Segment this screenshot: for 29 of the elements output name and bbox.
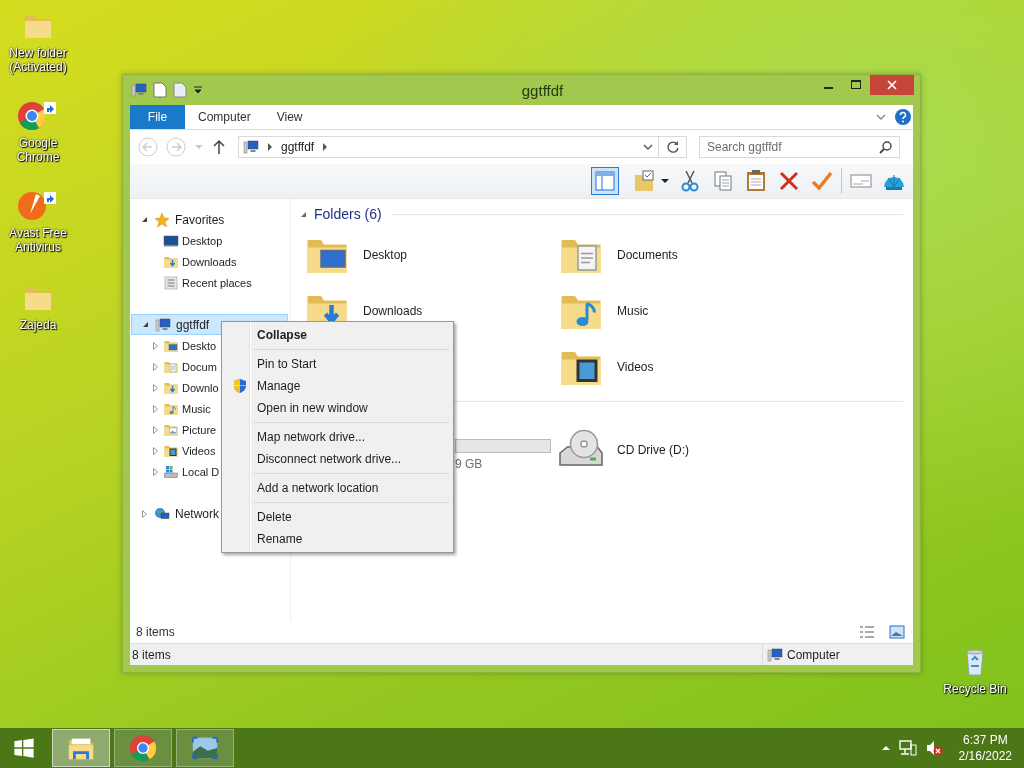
tree-item-label: Deskto	[182, 339, 217, 352]
shortcut-label: Recycle Bin	[943, 682, 1007, 696]
tree-item-label: Desktop	[182, 234, 223, 247]
status-location: Computer	[787, 647, 840, 662]
tree-item-label: Local D	[182, 465, 220, 478]
tree-item-label: Docum	[182, 360, 217, 373]
drive-label: CD Drive (D:)	[617, 443, 689, 457]
tree-item-label: Videos	[182, 444, 216, 457]
shortcut-label: Zajeda	[19, 318, 57, 332]
folder-label: Desktop	[363, 248, 408, 262]
shortcut-label: Avast Free Antivirus	[8, 226, 68, 254]
folder-label: Documents	[617, 248, 678, 262]
drive-size-text: 9 GB	[455, 457, 484, 471]
tree-item-label: ggtffdf	[176, 317, 210, 332]
tree-item-label: Network	[175, 506, 219, 521]
tree-item-label: Downloads	[182, 255, 237, 268]
folder-label: Videos	[617, 360, 654, 374]
tree-item-label: Picture	[182, 423, 217, 436]
folder-label: Music	[617, 304, 649, 318]
status-text: 8 items	[132, 647, 171, 662]
shortcut-label: New folder (Activated)	[8, 46, 68, 74]
shortcut-label: Google Chrome	[15, 136, 61, 164]
tree-item-label: Downlo	[182, 381, 219, 394]
item-count: 8 items	[136, 625, 175, 639]
tree-item-label: Recent places	[182, 276, 252, 289]
tree-item-label: Favorites	[175, 212, 225, 227]
folder-label: Downloads	[363, 304, 423, 318]
tree-item-label: Music	[182, 402, 211, 415]
window-title: ggtffdf	[520, 81, 565, 99]
